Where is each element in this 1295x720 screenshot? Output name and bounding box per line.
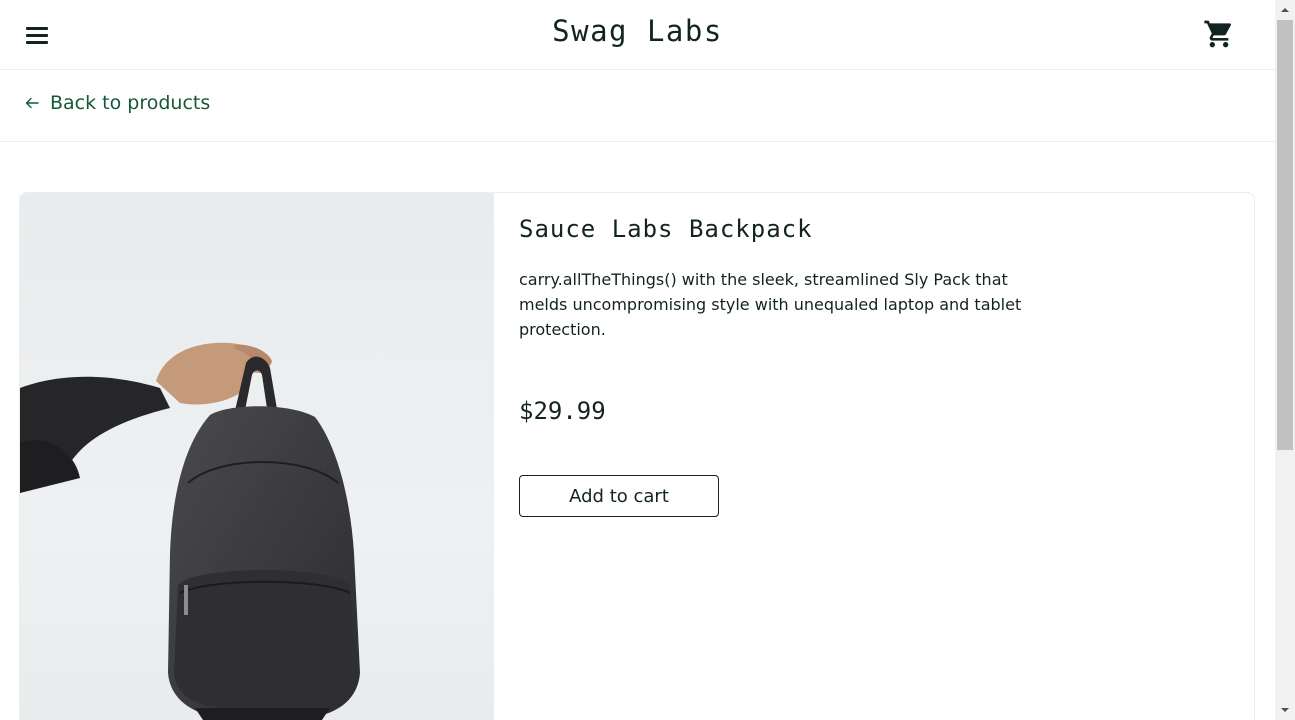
scroll-down-arrow-icon[interactable] — [1275, 700, 1295, 720]
product-price: $29.99 — [519, 397, 606, 425]
app-logo-title: Swag Labs — [552, 14, 723, 48]
product-description: carry.allTheThings() with the sleek, str… — [519, 270, 1022, 339]
scroll-up-arrow-icon[interactable] — [1275, 0, 1295, 20]
inventory-item-page: Swag Labs Back to products Sauce Labs Ba… — [0, 0, 1275, 720]
product-details-card: Sauce Labs Backpack carry.allTheThings()… — [19, 192, 1255, 720]
secondary-header: Back to products — [0, 70, 1275, 142]
shopping-cart-icon[interactable] — [1203, 18, 1235, 50]
scrollbar-thumb[interactable] — [1277, 20, 1293, 450]
primary-header: Swag Labs — [0, 0, 1275, 70]
arrow-left-icon — [25, 97, 39, 109]
product-name: Sauce Labs Backpack — [519, 215, 813, 243]
vertical-scrollbar[interactable] — [1275, 0, 1295, 720]
add-to-cart-button[interactable]: Add to cart — [519, 475, 719, 517]
back-to-products-label: Back to products — [50, 92, 211, 114]
product-image — [20, 193, 494, 720]
back-to-products-button[interactable]: Back to products — [24, 92, 210, 114]
